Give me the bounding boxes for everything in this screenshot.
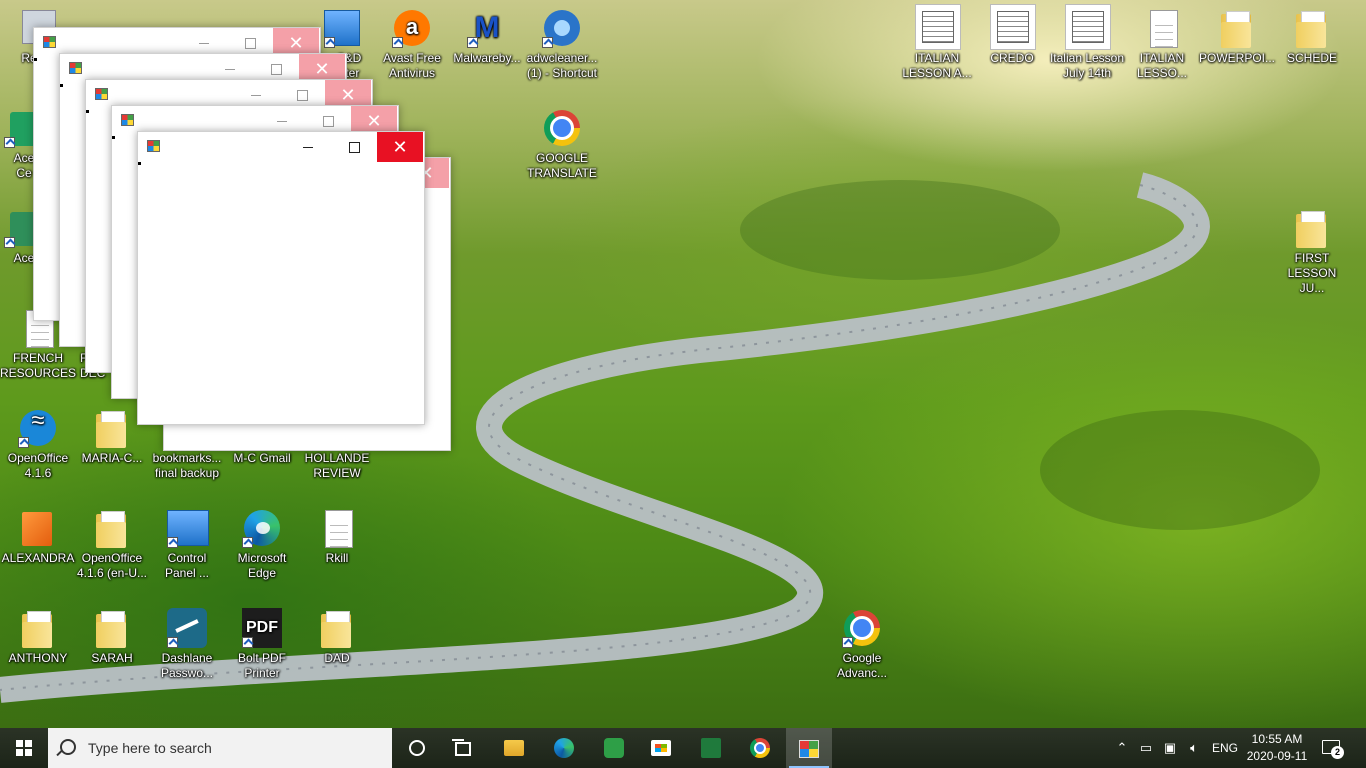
schede-folder-icon[interactable]: SCHEDE xyxy=(1274,2,1350,66)
cursor-marker xyxy=(34,58,37,61)
avast-icon[interactable]: a Avast Free Antivirus xyxy=(374,2,450,81)
google-translate-icon[interactable]: GOOGLE TRANSLATE xyxy=(524,102,600,181)
app-window-icon xyxy=(147,140,160,152)
first-lesson-folder-icon[interactable]: FIRST LESSON JU... xyxy=(1274,202,1350,296)
taskbar-chrome[interactable] xyxy=(737,728,783,768)
app-window-5[interactable]: ✕ xyxy=(137,131,425,425)
close-button[interactable]: ✕ xyxy=(377,132,423,162)
cursor-marker xyxy=(60,84,63,87)
task-view-icon xyxy=(452,739,471,756)
anthony-folder-icon[interactable]: ANTHONY xyxy=(0,602,76,666)
search-box[interactable]: Type here to search xyxy=(48,728,392,768)
edge-icon xyxy=(554,738,574,758)
language-indicator[interactable]: ENG xyxy=(1212,741,1238,755)
taskbar: Type here to search ⌃ ▭ ▣ 🔈︎ ENG 10:55 A… xyxy=(0,728,1366,768)
show-hidden-icons-chevron-icon[interactable]: ⌃ xyxy=(1114,740,1130,756)
openoffice-icon[interactable]: OpenOffice 4.1.6 xyxy=(0,402,76,481)
bolt-pdf-printer-icon[interactable]: PDF Bolt PDF Printer xyxy=(224,602,300,681)
taskbar-sheets[interactable] xyxy=(688,728,734,768)
sarah-folder-icon[interactable]: SARAH xyxy=(74,602,150,666)
store-icon xyxy=(651,740,671,756)
network-icon[interactable]: ▣ xyxy=(1162,740,1178,756)
app-window-icon xyxy=(95,88,108,100)
italian-lesson-a-icon[interactable]: ITALIAN LESSON A... xyxy=(899,2,975,81)
app-window-icon xyxy=(799,740,819,758)
start-button[interactable] xyxy=(0,728,48,768)
cursor-marker xyxy=(112,136,115,139)
clock[interactable]: 10:55 AM 2020-09-11 xyxy=(1244,731,1310,765)
search-placeholder: Type here to search xyxy=(88,740,212,756)
chrome-icon xyxy=(750,738,770,758)
maximize-button[interactable] xyxy=(331,132,377,162)
task-view-button[interactable] xyxy=(440,728,486,768)
file-explorer-icon xyxy=(504,740,524,756)
control-panel-icon[interactable]: Control Panel ... xyxy=(149,502,225,581)
cortana-icon xyxy=(409,740,425,756)
clock-time: 10:55 AM xyxy=(1251,732,1303,746)
app-window-icon xyxy=(43,36,56,48)
app-window-icon xyxy=(69,62,82,74)
openoffice-en-folder-icon[interactable]: OpenOffice 4.1.6 (en-U... xyxy=(74,502,150,581)
volume-icon[interactable]: 🔈︎ xyxy=(1186,740,1202,756)
credo-icon[interactable]: CREDO xyxy=(974,2,1050,66)
cortana-button[interactable] xyxy=(394,728,440,768)
adwcleaner-icon[interactable]: adwcleaner... (1) - Shortcut xyxy=(524,2,600,81)
microsoft-edge-icon[interactable]: Microsoft Edge xyxy=(224,502,300,581)
battery-icon[interactable]: ▭ xyxy=(1138,740,1154,756)
italian-lesson-july-icon[interactable]: Italian Lesson July 14th xyxy=(1049,2,1125,81)
sheets-icon xyxy=(701,738,721,758)
alexandra-icon[interactable]: ALEXANDRA xyxy=(0,502,76,566)
notification-count-badge: 2 xyxy=(1331,746,1344,759)
google-advanced-icon[interactable]: Google Advanc... xyxy=(824,602,900,681)
dashlane-icon[interactable]: Dashlane Passwo... xyxy=(149,602,225,681)
cursor-marker xyxy=(86,110,89,113)
desktop-wallpaper: Recyc Ace Ce Ace FRENCH RESOURCES F DEC … xyxy=(0,0,1366,728)
windows-logo-icon xyxy=(16,740,32,756)
minimize-button[interactable] xyxy=(285,132,331,162)
green-app-icon xyxy=(604,738,624,758)
rkill-icon[interactable]: Rkill xyxy=(299,502,375,566)
taskbar-store[interactable] xyxy=(638,728,684,768)
taskbar-file-explorer[interactable] xyxy=(491,728,537,768)
clock-date: 2020-09-11 xyxy=(1246,749,1308,763)
action-center-button[interactable]: 2 xyxy=(1322,738,1344,759)
taskbar-edge[interactable] xyxy=(541,728,587,768)
dad-folder-icon[interactable]: DAD xyxy=(299,602,375,666)
taskbar-green-app[interactable] xyxy=(591,728,637,768)
app-window-icon xyxy=(121,114,134,126)
italian-lesso-icon[interactable]: ITALIAN LESSO... xyxy=(1124,2,1200,81)
search-icon xyxy=(60,739,76,755)
powerpoint-folder-icon[interactable]: POWERPOI... xyxy=(1199,2,1275,66)
title-bar[interactable]: ✕ xyxy=(138,132,424,162)
cursor-marker xyxy=(138,162,141,165)
taskbar-app-window[interactable] xyxy=(786,728,832,768)
malwarebytes-icon[interactable]: M Malwareby... xyxy=(449,2,525,66)
